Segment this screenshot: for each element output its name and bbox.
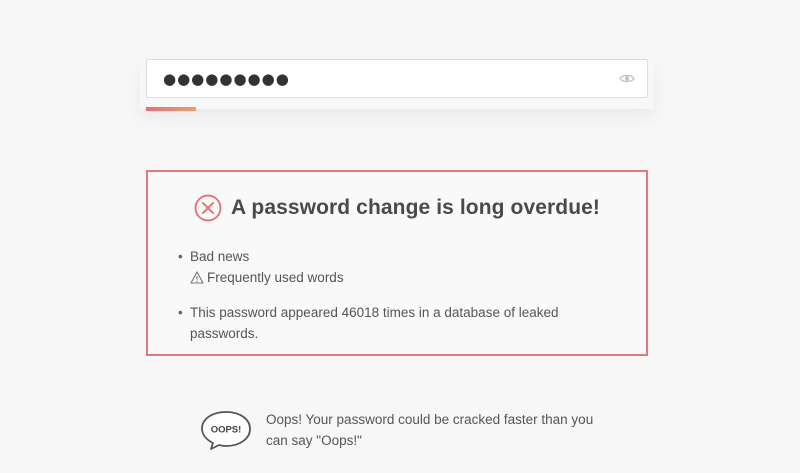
finding-bad-news: Bad news Frequently used words — [175, 246, 615, 288]
oops-speech-bubble-icon: OOPS! — [201, 411, 251, 450]
findings-list: Bad news Frequently used words This pass… — [175, 246, 615, 344]
error-x-icon — [194, 194, 222, 222]
oops-note: OOPS! Oops! Your password could be crack… — [198, 408, 618, 452]
finding-leak-text: This password appeared 46018 times in a … — [190, 305, 559, 341]
finding-warning-text: Frequently used words — [207, 270, 344, 285]
result-header: A password change is long overdue! — [148, 194, 646, 222]
oops-bubble-text: OOPS! — [211, 425, 242, 436]
password-field[interactable] — [146, 59, 648, 98]
show-password-button[interactable] — [607, 60, 647, 97]
result-title: A password change is long overdue! — [230, 196, 601, 219]
strength-meter — [146, 107, 648, 111]
finding-leaked-database: This password appeared 46018 times in a … — [175, 302, 615, 344]
warning-triangle-icon — [190, 271, 204, 284]
finding-warning: Frequently used words — [190, 267, 615, 288]
finding-label: Bad news — [190, 249, 250, 264]
password-section — [146, 59, 648, 111]
eye-icon — [619, 74, 635, 83]
result-panel: A password change is long overdue! Bad n… — [146, 170, 648, 356]
password-input[interactable] — [147, 60, 607, 97]
strength-meter-fill — [146, 107, 197, 111]
oops-message: Oops! Your password could be cracked fas… — [266, 412, 594, 448]
